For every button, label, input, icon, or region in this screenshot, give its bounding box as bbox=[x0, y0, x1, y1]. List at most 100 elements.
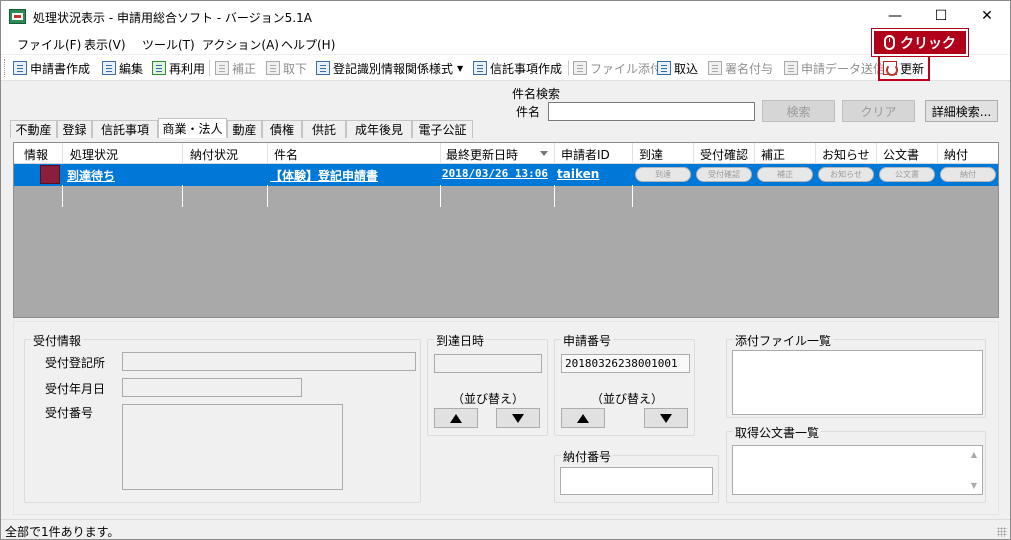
arrival-cell-button[interactable]: 到達 bbox=[635, 167, 691, 182]
import-label: 取込 bbox=[674, 61, 699, 76]
menu-tools[interactable]: ツール(T) bbox=[142, 36, 195, 53]
clear-button[interactable]: クリア bbox=[842, 100, 915, 122]
menu-view[interactable]: 表示(V) bbox=[84, 36, 126, 53]
menu-file[interactable]: ファイル(F) bbox=[17, 36, 81, 53]
tab-commercial[interactable]: 商業・法人 bbox=[158, 118, 227, 138]
col-correction[interactable]: 補正 bbox=[761, 146, 785, 163]
tab-receivables[interactable]: 債権 bbox=[262, 120, 302, 138]
reception-info-title: 受付情報 bbox=[31, 332, 84, 349]
tab-notarization[interactable]: 電子公証 bbox=[412, 120, 473, 138]
minimize-button[interactable]: — bbox=[872, 1, 918, 32]
recycle-icon bbox=[152, 61, 166, 75]
resize-grip-icon[interactable] bbox=[997, 527, 1007, 537]
row-updated[interactable]: 2018/03/26 13:06 bbox=[442, 167, 548, 180]
close-button[interactable]: ✕ bbox=[964, 1, 1010, 32]
edit-icon bbox=[102, 61, 116, 75]
notice-cell-button[interactable]: お知らせ bbox=[818, 167, 874, 182]
dropdown-arrow-icon: ▼ bbox=[457, 63, 464, 73]
col-payment-status[interactable]: 納付状況 bbox=[190, 146, 238, 163]
paperclip-icon bbox=[573, 61, 587, 75]
row-subject[interactable]: 【体験】登記申請書 bbox=[270, 167, 378, 184]
table-header: 情報 処理状況 納付状況 件名 最終更新日時 申請者ID 到達 受付確認 補正 … bbox=[14, 143, 998, 164]
application-number-field[interactable]: 20180326238001001 bbox=[561, 354, 690, 373]
correct-icon bbox=[215, 61, 229, 75]
sign-button[interactable]: 署名付与 bbox=[708, 59, 773, 77]
attach-file-label: ファイル添付 bbox=[590, 61, 663, 76]
edit-button[interactable]: 編集 bbox=[102, 59, 143, 77]
send-data-button[interactable]: 申請データ送信 bbox=[784, 59, 885, 77]
arrival-datetime-field[interactable] bbox=[434, 354, 542, 373]
col-payment[interactable]: 納付 bbox=[944, 146, 968, 163]
registration-form-button[interactable]: 登記識別情報関係様式 ▼ bbox=[316, 59, 463, 77]
create-application-label: 申請書作成 bbox=[30, 61, 91, 76]
col-notice[interactable]: お知らせ bbox=[822, 146, 870, 163]
trust-create-button[interactable]: 信託事項作成 bbox=[473, 59, 562, 77]
reuse-button[interactable]: 再利用 bbox=[152, 59, 205, 77]
row-applicant-id[interactable]: taiken bbox=[557, 167, 599, 181]
menu-action[interactable]: アクション(A) bbox=[202, 36, 279, 53]
scroll-down-icon[interactable]: ▼ bbox=[967, 479, 981, 493]
reception-office-field[interactable] bbox=[122, 352, 416, 371]
edit-label: 編集 bbox=[119, 61, 144, 76]
arrival-sort-down-button[interactable] bbox=[496, 408, 540, 428]
table-row[interactable]: 到達待ち 【体験】登記申請書 2018/03/26 13:06 taiken 到… bbox=[14, 164, 998, 207]
tab-real-estate[interactable]: 不動産 bbox=[10, 120, 57, 138]
col-info[interactable]: 情報 bbox=[24, 146, 48, 163]
receipt-confirm-cell-button[interactable]: 受付確認 bbox=[696, 167, 752, 182]
arrival-sort-label: （並び替え） bbox=[452, 392, 525, 406]
create-application-button[interactable]: 申請書作成 bbox=[13, 59, 90, 77]
col-applicant-id[interactable]: 申請者ID bbox=[561, 146, 610, 163]
application-sort-down-button[interactable] bbox=[644, 408, 688, 428]
sort-desc-icon bbox=[540, 151, 548, 156]
application-number-title: 申請番号 bbox=[561, 332, 614, 349]
down-arrow-icon bbox=[512, 413, 524, 423]
correct-button[interactable]: 補正 bbox=[215, 59, 256, 77]
arrival-sort-up-button[interactable] bbox=[434, 408, 478, 428]
attach-file-button[interactable]: ファイル添付 bbox=[573, 59, 662, 77]
col-updated[interactable]: 最終更新日時 bbox=[446, 146, 518, 163]
scroll-up-icon[interactable]: ▲ bbox=[967, 448, 981, 462]
sign-label: 署名付与 bbox=[725, 61, 774, 76]
col-status[interactable]: 処理状況 bbox=[70, 146, 118, 163]
subject-search-input[interactable] bbox=[548, 102, 755, 121]
subject-search-group: 件名検索 件名 検索 クリア 詳細検索... bbox=[506, 85, 1004, 127]
arrival-datetime-group: 到達日時 （並び替え） bbox=[427, 332, 548, 436]
subject-label: 件名 bbox=[516, 105, 541, 119]
col-arrival[interactable]: 到達 bbox=[639, 146, 663, 163]
tab-registration[interactable]: 登録 bbox=[57, 120, 92, 138]
row-status[interactable]: 到達待ち bbox=[67, 167, 115, 184]
correction-cell-button[interactable]: 補正 bbox=[757, 167, 813, 182]
tab-trust[interactable]: 信託事項 bbox=[92, 120, 158, 138]
payment-number-field[interactable] bbox=[560, 467, 713, 495]
payment-cell-button[interactable]: 納付 bbox=[940, 167, 996, 182]
tab-guardianship[interactable]: 成年後見 bbox=[346, 120, 412, 138]
official-docs-list[interactable]: ▲ ▼ bbox=[732, 445, 983, 495]
col-official-doc[interactable]: 公文書 bbox=[883, 146, 919, 163]
col-receipt-confirm[interactable]: 受付確認 bbox=[700, 146, 748, 163]
withdraw-icon bbox=[266, 61, 280, 75]
menu-help[interactable]: ヘルプ(H) bbox=[281, 36, 335, 53]
toolbar-separator bbox=[568, 60, 569, 76]
import-button[interactable]: 取込 bbox=[657, 59, 698, 77]
payment-number-title: 納付番号 bbox=[561, 448, 614, 465]
reception-number-field[interactable] bbox=[122, 404, 343, 490]
toolbar-grip[interactable] bbox=[4, 59, 7, 77]
advanced-search-button[interactable]: 詳細検索... bbox=[925, 100, 998, 122]
reception-office-label: 受付登記所 bbox=[45, 356, 106, 370]
search-group-title: 件名検索 bbox=[512, 87, 561, 101]
attachments-list[interactable] bbox=[732, 350, 983, 415]
col-subject[interactable]: 件名 bbox=[274, 146, 298, 163]
detail-panel: 受付情報 受付登記所 受付年月日 受付番号 到達日時 （並び替え） 申請番号 2… bbox=[13, 321, 999, 515]
correct-label: 補正 bbox=[232, 61, 257, 76]
search-button[interactable]: 検索 bbox=[762, 100, 835, 122]
reception-date-field[interactable] bbox=[122, 378, 302, 397]
toolbar: 申請書作成 編集 再利用 補正 取下 登記識別情報関係様式 ▼ 信託事項作成 ファ… bbox=[1, 55, 1010, 81]
official-doc-cell-button[interactable]: 公文書 bbox=[879, 167, 935, 182]
info-icon[interactable] bbox=[40, 165, 60, 184]
tab-movables[interactable]: 動産 bbox=[227, 120, 262, 138]
application-sort-up-button[interactable] bbox=[561, 408, 605, 428]
maximize-button[interactable]: ☐ bbox=[918, 1, 964, 32]
tab-deposit[interactable]: 供託 bbox=[302, 120, 346, 138]
withdraw-button[interactable]: 取下 bbox=[266, 59, 307, 77]
status-text: 全部で1件あります。 bbox=[5, 525, 120, 539]
